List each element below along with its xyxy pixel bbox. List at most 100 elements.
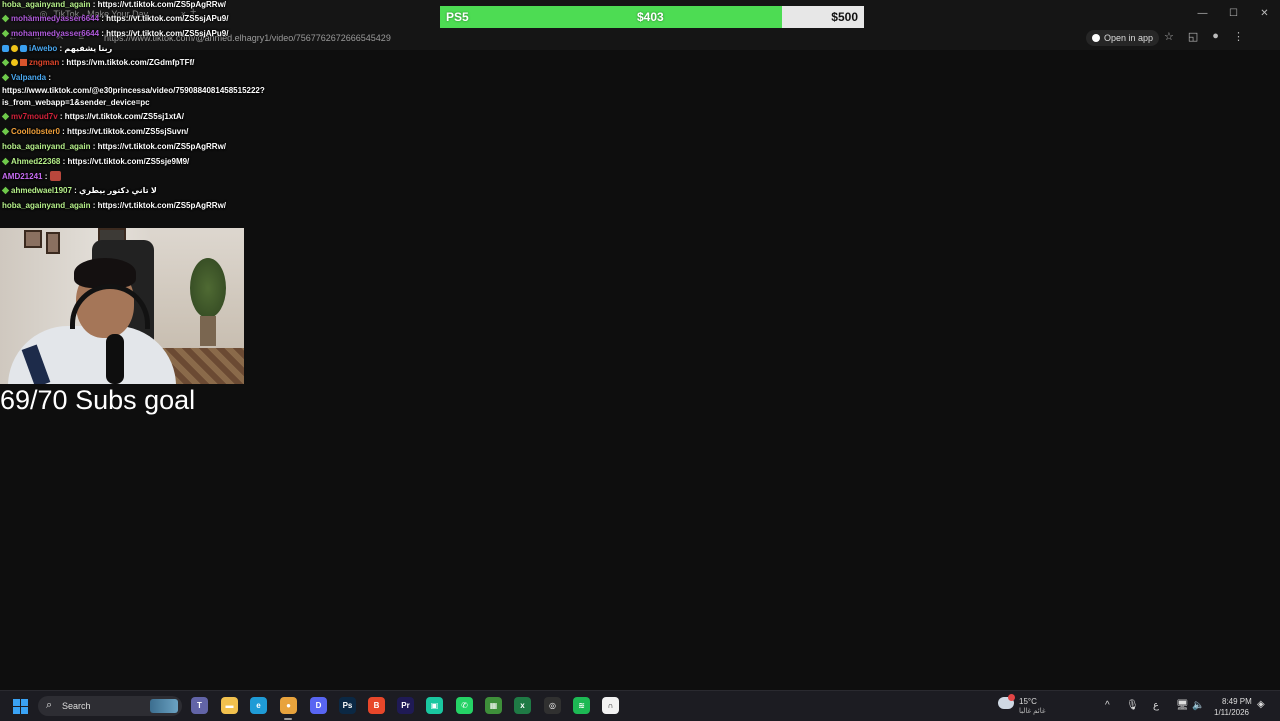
taskbar-spotify-icon[interactable]: ≋ [573,697,590,714]
clock-time[interactable]: 8:49 PM [1222,697,1252,706]
chat-text: https://vm.tiktok.com/ZGdmfpTFf/ [66,58,195,67]
microphone [106,334,124,384]
search-icon: ⌕ [46,699,53,711]
notification-icon[interactable]: ◈ [1257,699,1265,710]
chat-text: https://vt.tiktok.com/ZS5pAgRRw/ [97,142,227,151]
chat-message: mv7moud7v : https://vt.tiktok.com/ZS5sj1… [1,112,184,122]
taskbar-teams-icon[interactable]: T [191,697,208,714]
chat-emote-icon [49,171,61,181]
chat-text: ربنا يشفيهم [64,44,113,53]
chat-separator: : [57,112,65,121]
window-controls: — ☐ ✕ [1187,0,1280,26]
chat-badge-icon [20,45,27,52]
tiktok-icon [1092,34,1100,42]
chat-username: Coollobster0 [11,127,60,136]
search-highlight-image [150,699,178,713]
chat-text: لا تاني دكتور بيطري [79,186,157,195]
donation-goal-bar: PS5 $403 $500 [440,6,864,28]
chat-message: is_from_webapp=1&sender_device=pc [2,98,150,108]
open-in-app-button[interactable]: Open in app [1086,30,1160,46]
weather-temp: 15°C [1019,697,1037,706]
toolbar-icons: ☆ ◱ ● ⋮ [1164,30,1244,43]
chat-text: is_from_webapp=1&sender_device=pc [2,98,150,107]
chat-text: https://vt.tiktok.com/ZS5sjAPu9/ [106,14,229,23]
taskbar-discord-icon[interactable]: D [310,697,327,714]
taskbar-brave-icon[interactable]: B [368,697,385,714]
input-language-indicator[interactable]: ع [1153,700,1159,711]
chat-separator: : [90,201,98,210]
chat-username: mohammedyasser6644 [11,14,100,23]
chat-message: hoba_againyand_again : https://vt.tiktok… [2,201,226,211]
chat-text: https://www.tiktok.com/@e30princessa/vid… [2,86,265,95]
chat-username: ahmedwael1907 [11,186,72,195]
chat-username: zngman [29,58,60,67]
chat-separator: : [90,142,98,151]
subs-goal-text: 69/70 Subs goal [0,385,196,415]
taskbar-whatsapp-icon[interactable]: ✆ [456,697,473,714]
weather-description: غائم غالبا [1019,708,1046,715]
extensions-icon[interactable]: ◱ [1188,30,1198,43]
goal-progress-fill [440,6,782,28]
chat-badge-icon [1,29,10,38]
windows-start-icon[interactable] [13,699,28,714]
webcam-feed [0,228,244,384]
chat-text: https://vt.tiktok.com/ZS5pAgRRw/ [97,201,227,210]
taskbar: ⌕ Search T ▬ e ● D Ps B Pr ▣ ✆ ▦ x ◎ ≋ ∩ 15°C غائم غال… [0,690,1280,721]
tray-overflow-icon[interactable]: ^ [1105,700,1110,711]
chat-username: hoba_againyand_again [2,142,91,151]
taskbar-capcut-icon[interactable]: ∩ [602,697,619,714]
network-icon[interactable]: 🖥 [1176,700,1189,711]
profile-avatar-icon[interactable]: ● [1212,30,1219,43]
chat-message: iAwebo : ربنا يشفيهم [2,44,112,54]
chat-username: hoba_againyand_again [2,201,91,210]
chat-username: hoba_againyand_again [2,0,91,9]
chat-username: iAwebo [29,44,58,53]
taskbar-photoshop-icon[interactable]: Ps [339,697,356,714]
taskbar-edge-icon[interactable]: e [250,697,267,714]
chat-text: https://vt.tiktok.com/ZS5pAgRRw/ [97,0,227,9]
goal-label: PS5 [446,10,469,24]
chat-separator: : [59,127,68,136]
chat-text: https://vt.tiktok.com/ZS5sjSuvn/ [67,127,189,136]
taskbar-obs-icon[interactable]: ◎ [544,697,561,714]
microphone-icon[interactable]: 🎙 [1126,700,1139,711]
taskbar-premiere-icon[interactable]: Pr [397,697,414,714]
taskbar-streamlabs-icon[interactable]: ▣ [426,697,443,714]
chat-message: zngman : https://vm.tiktok.com/ZGdmfpTFf… [1,58,195,68]
taskbar-file-explorer-icon[interactable]: ▬ [221,697,238,714]
maximize-button[interactable]: ☐ [1218,0,1249,26]
chat-message: Valpanda : [1,73,51,83]
goal-target-amount: $500 [831,10,858,24]
search-label: Search [62,701,91,711]
bookmark-star-icon[interactable]: ☆ [1164,30,1174,43]
taskbar-excel-icon[interactable]: x [514,697,531,714]
taskbar-search[interactable]: ⌕ Search [38,696,182,716]
clock-date[interactable]: 1/11/2026 [1214,708,1249,717]
minimize-button[interactable]: — [1187,0,1218,26]
taskbar-chrome-icon[interactable]: ● [280,697,297,714]
chat-badge-icon [1,112,10,121]
chat-message: mohammedyasser6644 : https://vt.tiktok.c… [1,29,229,39]
chat-badge-icon [11,59,18,66]
chat-username: mv7moud7v [11,112,58,121]
close-window-button[interactable]: ✕ [1249,0,1280,26]
chat-badge-icon [1,127,10,136]
chat-message: ahmedwael1907 : لا تاني دكتور بيطري [1,186,157,196]
chat-username: AMD21241 [2,172,43,181]
chat-message: mohammedyasser6644 : https://vt.tiktok.c… [1,14,229,24]
chat-username: Valpanda [11,73,47,82]
taskbar-minecraft-icon[interactable]: ▦ [485,697,502,714]
chat-badge-icon [1,186,10,195]
chat-badge-icon [1,58,10,67]
chat-username: mohammedyasser6644 [11,29,100,38]
chat-text: https://vt.tiktok.com/ZS5sjAPu9/ [106,29,229,38]
chat-separator: : [90,0,98,9]
chat-badge-icon [2,45,9,52]
chat-text: https://vt.tiktok.com/ZS5sje9M9/ [67,157,190,166]
weather-alert-badge [1008,694,1015,701]
menu-dots-icon[interactable]: ⋮ [1233,30,1244,43]
volume-icon[interactable]: 🔈 [1192,700,1204,711]
goal-current-amount: $403 [637,10,664,24]
chat-badge-icon [1,157,10,166]
chat-badge-icon [1,14,10,23]
